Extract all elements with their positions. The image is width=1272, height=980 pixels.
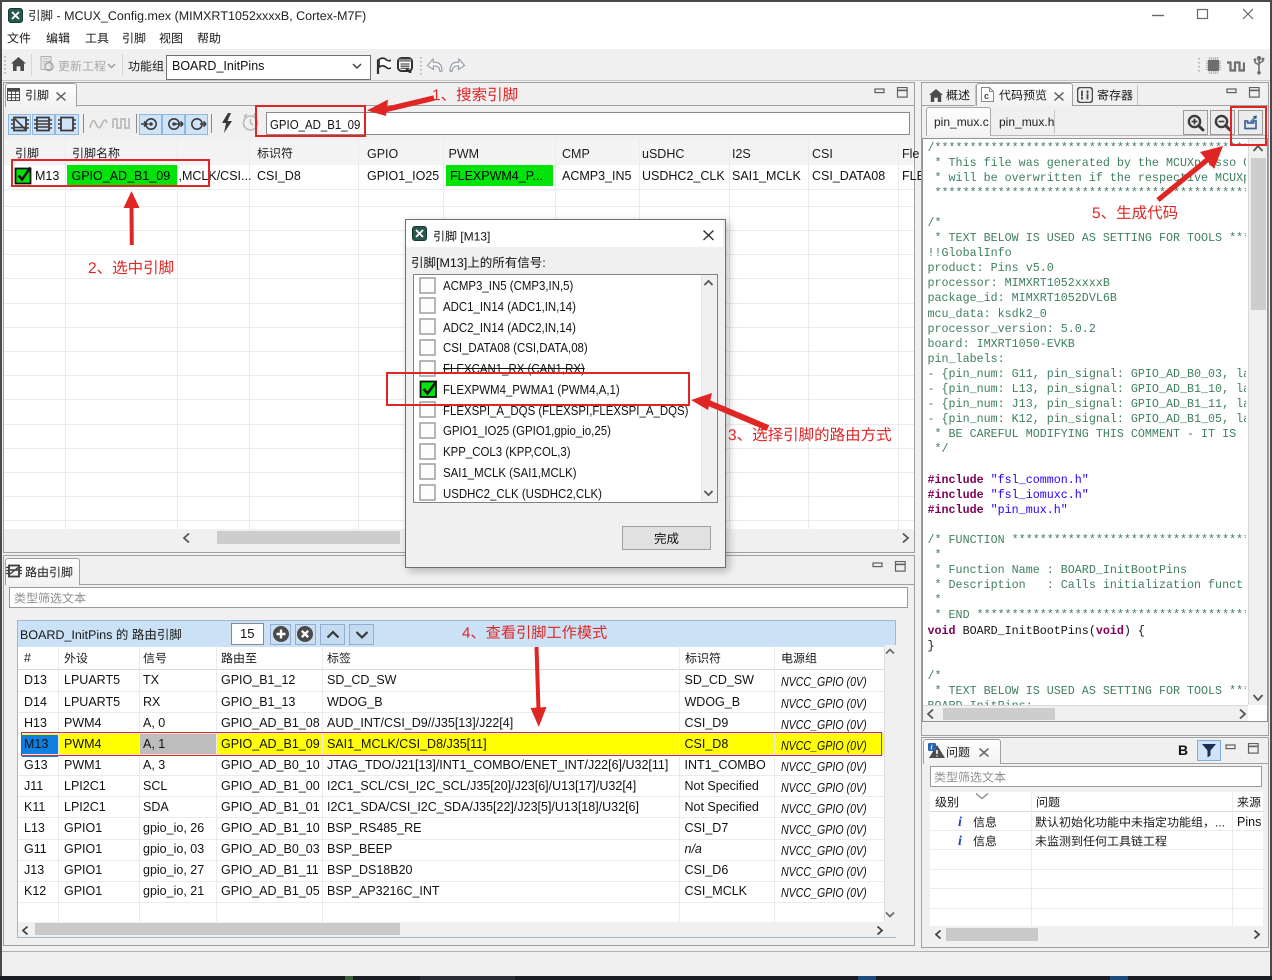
svg-text:i: i [931, 744, 933, 752]
svg-text:c: c [984, 91, 989, 101]
